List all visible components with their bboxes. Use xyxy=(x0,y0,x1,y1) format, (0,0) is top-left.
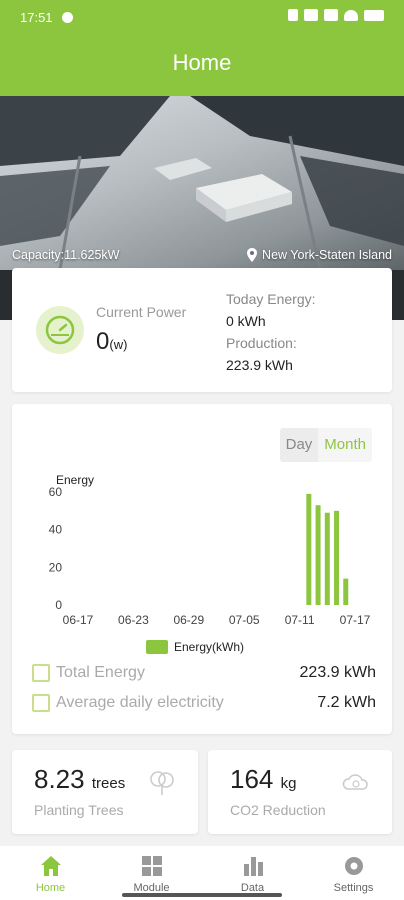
nav-settings[interactable]: Settings xyxy=(303,846,404,900)
total-energy-row: Total Energy 223.9 kWh xyxy=(32,660,376,686)
energy-bar[interactable] xyxy=(343,578,349,605)
co2-number: 164 xyxy=(230,764,274,794)
production-label: Production: xyxy=(226,335,297,351)
y-tick-label: 60 xyxy=(49,485,63,499)
current-power-number: 0 xyxy=(96,328,110,355)
co2-unit: kg xyxy=(280,775,297,792)
current-power-label: Current Power xyxy=(96,304,187,320)
energy-summary: Today Energy: 0 kWh Production: 223.9 kW… xyxy=(226,288,316,376)
production-value: 223.9 kWh xyxy=(226,357,293,373)
bottom-nav: Home Module Data Settings xyxy=(0,846,404,900)
solar-banner-image: Capacity:11.625kW New York-Staten Island xyxy=(0,96,404,270)
home-icon xyxy=(40,856,61,876)
energy-bar[interactable] xyxy=(334,510,340,605)
current-power-unit: (w) xyxy=(109,337,128,352)
trees-card: 8.23 trees Planting Trees xyxy=(12,750,198,834)
nav-module[interactable]: Module xyxy=(101,846,202,900)
bar-chart-icon xyxy=(243,857,263,876)
total-energy-value: 223.9 kWh xyxy=(299,664,376,681)
nav-settings-label: Settings xyxy=(333,882,374,894)
location-pin-icon xyxy=(247,248,258,262)
cloud-co2-icon xyxy=(342,774,368,790)
capacity-label: Capacity:11.625kW xyxy=(12,248,120,262)
y-tick-label: 40 xyxy=(49,523,63,537)
vibrate-icon xyxy=(288,9,298,21)
co2-card: 164 kg CO2 Reduction xyxy=(208,750,392,834)
wifi-icon xyxy=(344,9,358,21)
trees-unit: trees xyxy=(91,775,126,792)
energy-bar-chart: Energy020406006-17 06-23 06-29 07-05 07-11 07… xyxy=(49,473,371,627)
status-time: 17:51 xyxy=(20,10,53,25)
signal-icon xyxy=(304,9,318,21)
gear-icon xyxy=(344,857,363,875)
power-card: Current Power 0(w) Today Energy: 0 kWh P… xyxy=(12,268,392,392)
co2-value: 164 kg xyxy=(230,764,296,795)
solar-panel-illustration xyxy=(0,96,404,270)
calendar-icon xyxy=(32,694,50,712)
today-energy-label: Today Energy: xyxy=(226,291,316,307)
nav-data[interactable]: Data xyxy=(202,846,303,900)
legend-swatch xyxy=(146,640,168,654)
x-tick-label: 06-29 xyxy=(173,613,204,627)
x-tick-label: 07-17 xyxy=(340,613,371,627)
co2-label: CO2 Reduction xyxy=(230,802,326,818)
energy-chart-card: Day Month Energy 0 20 40 60 06-17 06-23 06-29 07… xyxy=(12,404,392,734)
status-icons xyxy=(288,9,384,21)
total-energy-label: Total Energy xyxy=(56,664,145,681)
chart-legend: Energy(kWh) xyxy=(146,640,244,654)
energy-bar[interactable] xyxy=(306,493,312,605)
average-daily-label: Average daily electricity xyxy=(56,694,224,711)
home-indicator xyxy=(122,893,282,897)
x-tick-label: 07-11 xyxy=(285,613,315,627)
x-tick-label: 06-23 xyxy=(118,613,149,627)
average-daily-row: Average daily electricity 7.2 kWh xyxy=(32,690,376,716)
trees-label: Planting Trees xyxy=(34,802,124,818)
page-title: Home xyxy=(172,50,232,75)
signal-icon-2 xyxy=(324,9,338,21)
gauge-icon xyxy=(36,306,84,354)
status-bar: 17:51 xyxy=(0,0,404,36)
y-tick-label: 0 xyxy=(55,598,62,612)
trees-number: 8.23 xyxy=(34,764,85,794)
header-bar: 17:51 Home xyxy=(0,0,404,96)
energy-bar[interactable] xyxy=(324,512,330,605)
x-tick-label: 07-05 xyxy=(229,613,260,627)
battery-icon xyxy=(364,9,384,21)
energy-bar[interactable] xyxy=(315,505,321,605)
nav-home[interactable]: Home xyxy=(0,846,101,900)
grid-icon xyxy=(141,856,162,876)
tree-icon xyxy=(150,771,174,795)
notification-icon xyxy=(62,12,73,23)
location: New York-Staten Island xyxy=(246,248,392,262)
location-label: New York-Staten Island xyxy=(262,248,392,262)
document-icon xyxy=(32,664,50,682)
average-daily-value: 7.2 kWh xyxy=(317,694,376,711)
y-tick-label: 20 xyxy=(49,560,63,574)
nav-home-label: Home xyxy=(35,882,66,894)
x-tick-label: 06-17 xyxy=(63,613,94,627)
current-power-value: 0(w) xyxy=(96,328,127,356)
today-energy-value: 0 kWh xyxy=(226,313,266,329)
trees-value: 8.23 trees xyxy=(34,764,125,795)
legend-label: Energy(kWh) xyxy=(174,640,245,654)
